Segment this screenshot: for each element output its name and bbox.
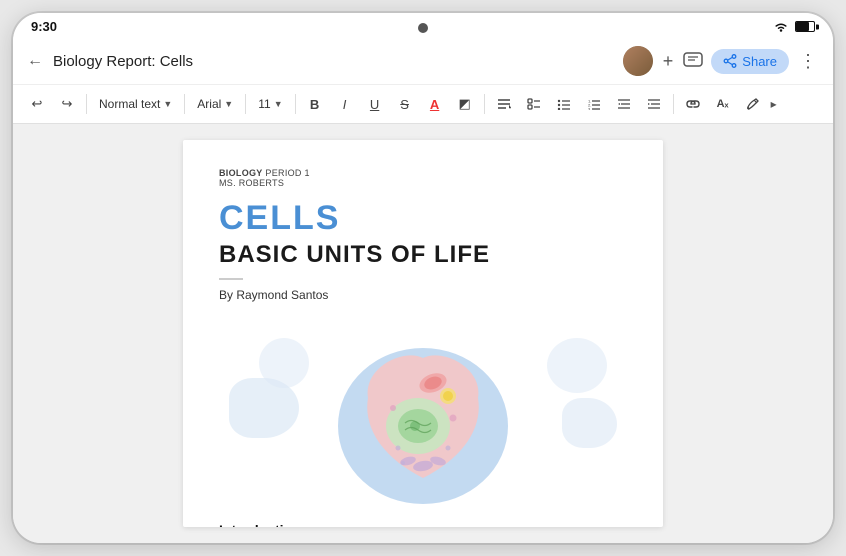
text-style-arrow-icon: ▼ (163, 99, 172, 109)
document-title: Biology Report: Cells (53, 53, 613, 70)
link-button[interactable] (679, 90, 707, 118)
font-dropdown[interactable]: Arial ▼ (190, 94, 240, 114)
align-button[interactable] (490, 90, 518, 118)
add-person-button[interactable]: + (661, 49, 676, 74)
align-icon (497, 98, 511, 110)
blob-decoration-3 (547, 338, 607, 393)
paint-icon (746, 97, 760, 111)
paint-format-button[interactable] (739, 90, 767, 118)
link-icon (685, 98, 701, 110)
share-icon (723, 54, 737, 68)
share-button[interactable]: Share (711, 49, 789, 74)
indent-less-icon (617, 98, 631, 110)
font-color-label: A (430, 97, 439, 112)
toolbar-more-arrow[interactable]: ▸ (771, 97, 777, 111)
title-actions: + Share ⋮ (623, 46, 819, 76)
back-button[interactable]: ← (27, 52, 43, 70)
underline-label: U (370, 97, 379, 112)
checklist-button[interactable] (520, 90, 548, 118)
strikethrough-label: S (400, 97, 409, 112)
toolbar-separator-3 (245, 94, 246, 114)
bullet-list-icon (557, 98, 571, 110)
highlight-button[interactable]: ◩ (451, 90, 479, 118)
avatar-image (623, 46, 653, 76)
redo-button[interactable]: ↪ (53, 90, 81, 118)
user-avatar[interactable] (623, 46, 653, 76)
back-arrow-icon: ← (27, 52, 43, 70)
toolbar-separator-1 (86, 94, 87, 114)
clear-format-label: Aₓ (717, 98, 729, 110)
illustration-area (219, 318, 627, 508)
more-button[interactable]: ⋮ (797, 49, 819, 74)
strikethrough-button[interactable]: S (391, 90, 419, 118)
underline-button[interactable]: U (361, 90, 389, 118)
font-size-label: 11 (258, 97, 270, 111)
italic-label: I (343, 97, 347, 112)
bullet-list-button[interactable] (550, 90, 578, 118)
checklist-icon (527, 98, 541, 110)
numbered-list-icon: 1. 2. 3. (587, 98, 601, 110)
numbered-list-button[interactable]: 1. 2. 3. (580, 90, 608, 118)
meta-subject: BIOLOGY (219, 168, 263, 178)
bold-button[interactable]: B (301, 90, 329, 118)
intro-heading: Introduction (219, 522, 627, 527)
toolbar: ↩ ↪ Normal text ▼ Arial ▼ 11 ▼ B I U S (13, 85, 833, 124)
chat-icon[interactable] (683, 52, 703, 70)
status-time: 9:30 (31, 19, 57, 34)
meta-line-1: BIOLOGY PERIOD 1 (219, 168, 627, 178)
heading-divider (219, 278, 243, 280)
title-bar: ← Biology Report: Cells + (13, 38, 833, 85)
camera-notch (418, 23, 428, 33)
document-area: BIOLOGY PERIOD 1 MS. ROBERTS CELLS BASIC… (13, 124, 833, 543)
cells-heading: CELLS (219, 200, 627, 237)
toolbar-separator-4 (295, 94, 296, 114)
author-line: By Raymond Santos (219, 288, 627, 302)
tablet-frame: 9:30 ← Biology Report: Cells + (13, 13, 833, 543)
text-style-dropdown[interactable]: Normal text ▼ (92, 94, 179, 114)
battery-fill (796, 22, 809, 31)
font-arrow-icon: ▼ (224, 99, 233, 109)
status-icons (773, 21, 815, 33)
battery-icon (795, 21, 815, 32)
toolbar-separator-5 (484, 94, 485, 114)
text-style-label: Normal text (99, 97, 160, 111)
font-color-button[interactable]: A (421, 90, 449, 118)
meta-line-2: MS. ROBERTS (219, 178, 627, 188)
document-meta: BIOLOGY PERIOD 1 MS. ROBERTS (219, 168, 627, 188)
undo-button[interactable]: ↩ (23, 90, 51, 118)
cell-illustration (323, 318, 523, 508)
indent-more-button[interactable] (640, 90, 668, 118)
share-label: Share (742, 54, 777, 69)
svg-text:3.: 3. (588, 107, 591, 111)
subtitle-heading: BASIC UNITS OF LIFE (219, 241, 627, 270)
blob-decoration-4 (562, 398, 617, 448)
italic-button[interactable]: I (331, 90, 359, 118)
font-size-arrow-icon: ▼ (274, 99, 283, 109)
indent-more-icon (647, 98, 661, 110)
font-label: Arial (197, 97, 221, 111)
document-page: BIOLOGY PERIOD 1 MS. ROBERTS CELLS BASIC… (183, 140, 663, 527)
clear-format-button[interactable]: Aₓ (709, 90, 737, 118)
bold-label: B (310, 97, 319, 112)
wifi-icon (773, 21, 789, 33)
introduction-section: Introduction Cells are the building bloc… (219, 522, 627, 527)
toolbar-separator-2 (184, 94, 185, 114)
highlight-label: ◩ (458, 96, 470, 112)
indent-less-button[interactable] (610, 90, 638, 118)
toolbar-separator-6 (673, 94, 674, 114)
blob-decoration-2 (259, 338, 309, 388)
meta-period: PERIOD 1 (263, 168, 310, 178)
font-size-dropdown[interactable]: 11 ▼ (251, 94, 289, 114)
